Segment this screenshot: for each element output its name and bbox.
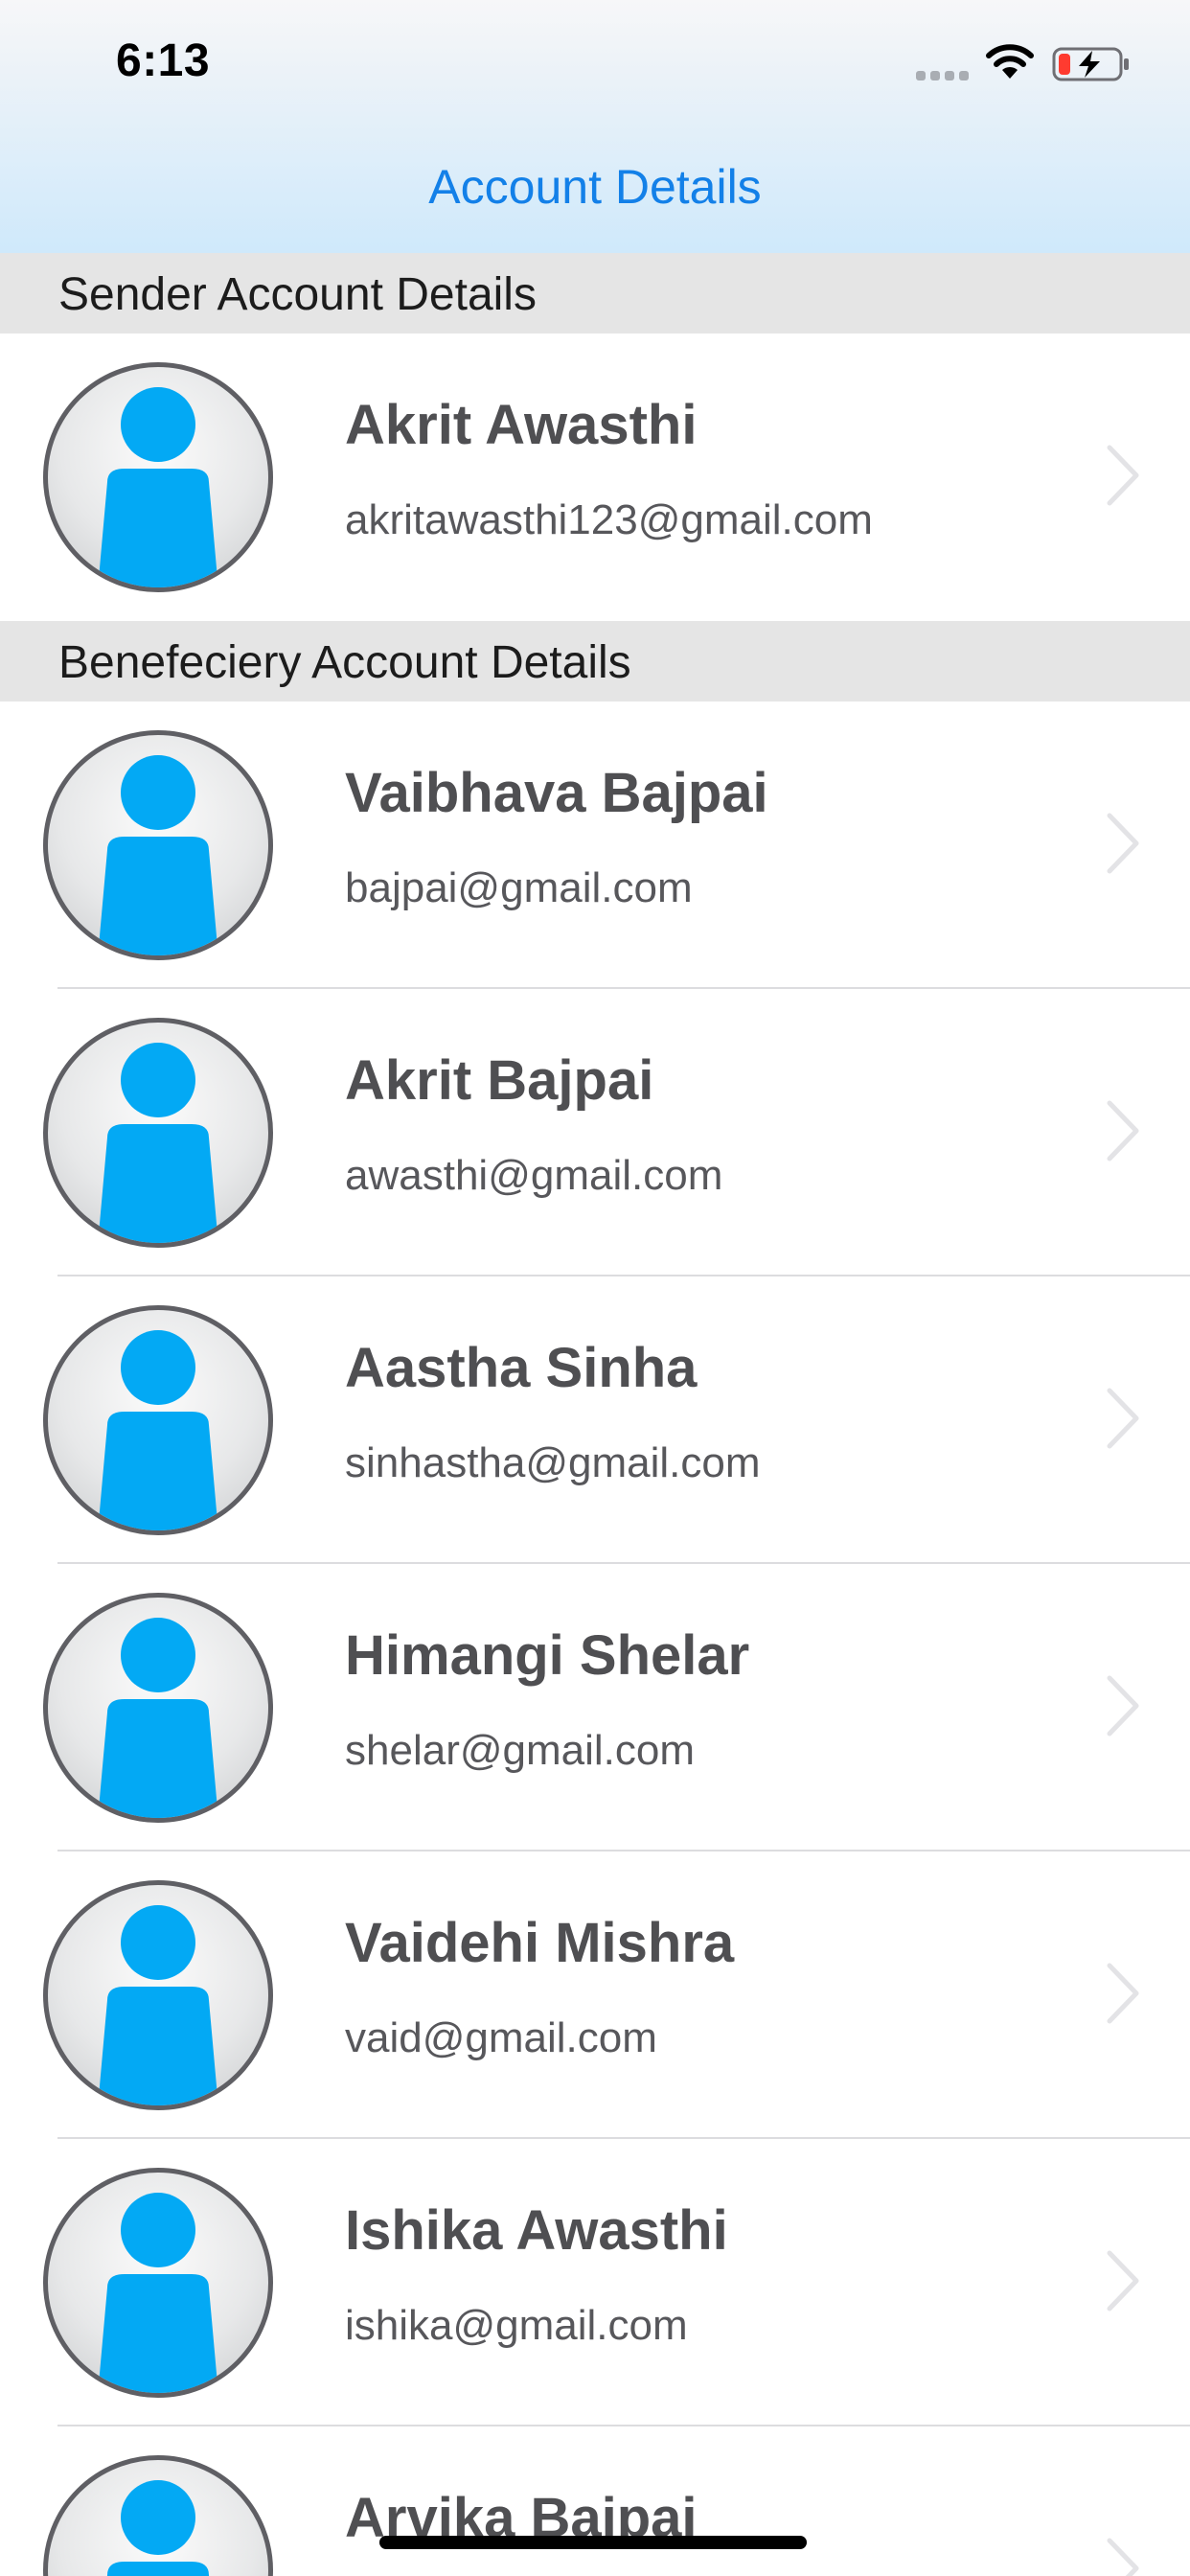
sender-account-row[interactable]: Akrit Awasthi akritawasthi123@gmail.com: [0, 334, 1190, 621]
chevron-right-icon: [1107, 2250, 1139, 2312]
person-icon: [98, 1905, 218, 2105]
account-email: bajpai@gmail.com: [345, 864, 693, 911]
chevron-right-icon: [1107, 2538, 1139, 2576]
chevron-right-icon: [1107, 1388, 1139, 1449]
account-name: Vaibhava Bajpai: [345, 762, 768, 824]
avatar: [43, 730, 273, 960]
home-indicator[interactable]: [379, 2536, 807, 2549]
navigation-bar: 6:13 Account Details: [0, 0, 1190, 254]
avatar: [43, 1305, 273, 1535]
beneficiary-row[interactable]: Aastha Sinha sinhastha@gmail.com: [0, 1276, 1190, 1564]
account-name: Akrit Bajpai: [345, 1049, 654, 1112]
avatar: [43, 2455, 273, 2576]
chevron-right-icon: [1107, 1100, 1139, 1162]
beneficiary-row[interactable]: Akrit Bajpai awasthi@gmail.com: [0, 989, 1190, 1276]
account-name: Aastha Sinha: [345, 1337, 698, 1399]
person-icon: [98, 755, 218, 955]
account-name: Vaidehi Mishra: [345, 1912, 735, 1974]
chevron-right-icon: [1107, 445, 1139, 506]
person-icon: [106, 2480, 210, 2576]
avatar: [43, 1593, 273, 1823]
beneficiary-row[interactable]: Himangi Shelar shelar@gmail.com: [0, 1564, 1190, 1852]
page-title: Account Details: [428, 160, 762, 214]
section-header-beneficiary: Benefeciery Account Details: [0, 621, 1190, 702]
avatar: [43, 362, 273, 592]
status-time: 6:13: [116, 35, 211, 86]
account-email: vaid@gmail.com: [345, 2014, 657, 2061]
beneficiary-row[interactable]: Vaibhava Bajpai bajpai@gmail.com: [0, 702, 1190, 989]
wifi-icon: [986, 44, 1034, 79]
person-icon: [98, 1330, 218, 1530]
account-name: Ishika Awasthi: [345, 2199, 728, 2262]
chevron-right-icon: [1107, 1675, 1139, 1736]
account-email: sinhastha@gmail.com: [345, 1439, 761, 1486]
account-name: Himangi Shelar: [345, 1624, 750, 1687]
account-email: ishika@gmail.com: [345, 2302, 688, 2349]
person-icon: [98, 2193, 218, 2393]
person-icon: [98, 387, 218, 587]
avatar: [43, 2168, 273, 2398]
account-email: awasthi@gmail.com: [345, 1152, 723, 1199]
section-header-label: Sender Account Details: [58, 269, 537, 320]
beneficiary-row[interactable]: Vaidehi Mishra vaid@gmail.com: [0, 1852, 1190, 2139]
avatar: [43, 1018, 273, 1248]
chevron-right-icon: [1107, 813, 1139, 874]
battery-charging-icon: [1052, 47, 1129, 81]
person-icon: [98, 1618, 218, 1818]
beneficiary-row[interactable]: Arvika Bajpai: [0, 2426, 1190, 2576]
signal-icon: [916, 71, 970, 80]
section-header-label: Benefeciery Account Details: [58, 637, 631, 688]
account-email: akritawasthi123@gmail.com: [345, 496, 873, 543]
avatar: [43, 1880, 273, 2110]
account-name: Akrit Awasthi: [345, 394, 698, 456]
person-icon: [98, 1043, 218, 1243]
account-email: shelar@gmail.com: [345, 1727, 695, 1774]
beneficiary-row[interactable]: Ishika Awasthi ishika@gmail.com: [0, 2139, 1190, 2426]
section-header-sender: Sender Account Details: [0, 253, 1190, 334]
chevron-right-icon: [1107, 1963, 1139, 2024]
